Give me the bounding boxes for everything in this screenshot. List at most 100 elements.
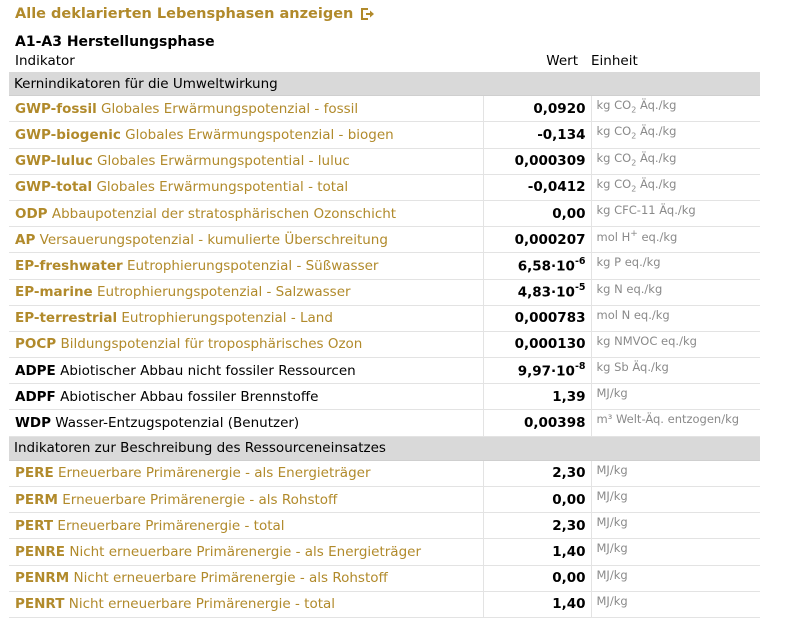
indicator-name[interactable]: GWP-fossil Globales Erwärmungspotenzial … <box>9 95 483 123</box>
indicator-unit: m³ Welt-Äq. entzogen/kg <box>591 409 761 437</box>
indicator-name[interactable]: ADPE Abiotischer Abbau nicht fossiler Re… <box>9 357 483 385</box>
indicator-label: Globales Erwärmungspotenzial - fossil <box>101 100 359 117</box>
indicator-abbr: GWP-total <box>15 179 93 196</box>
value-mantissa: -0,134 <box>537 126 586 143</box>
indicator-value: 0,000130 <box>482 331 592 359</box>
indicator-abbr: WDP <box>15 415 51 432</box>
indicator-row: PERT Erneuerbare Primärenergie - total 2,… <box>9 512 761 540</box>
indicator-abbr: ADPE <box>15 362 56 379</box>
indicator-name[interactable]: ADPF Abiotischer Abbau fossiler Brennsto… <box>9 383 483 411</box>
value-exponent: -8 <box>574 360 586 372</box>
indicator-name[interactable]: EP-freshwater Eutrophierungspotenzial - … <box>9 252 483 280</box>
indicator-unit: kg CO2 Äq./kg <box>591 95 761 123</box>
indicator-name[interactable]: EP-marine Eutrophierungspotenzial - Salz… <box>9 279 483 306</box>
indicator-unit: MJ/kg <box>591 486 761 514</box>
unit-text: mol N eq./kg <box>596 307 670 322</box>
indicator-abbr: PERT <box>15 517 54 534</box>
indicator-name[interactable]: WDP Wasser-Entzugspotenzial (Benutzer) <box>9 409 483 437</box>
unit-text: kg CO <box>596 150 632 165</box>
indicator-label: Abiotischer Abbau nicht fossiler Ressour… <box>60 362 356 379</box>
indicator-name[interactable]: PERM Erneuerbare Primärenergie - als Roh… <box>9 486 483 514</box>
unit-text: MJ/kg <box>596 567 628 582</box>
indicator-unit: MJ/kg <box>591 383 761 411</box>
indicator-unit: kg CO2 Äq./kg <box>591 174 761 201</box>
indicator-label: Bildungspotenzial für troposphärisches O… <box>60 336 363 353</box>
indicator-name[interactable]: ODP Abbaupotenzial der stratosphärischen… <box>9 200 483 228</box>
indicator-abbr: POCP <box>15 336 57 353</box>
indicator-name[interactable]: AP Versauerungspotenzial - kumulierte Üb… <box>9 226 483 254</box>
indicator-value: 9,97·10-8 <box>482 357 592 385</box>
indicator-abbr: AP <box>15 231 36 248</box>
value-mantissa: 1,40 <box>552 596 586 613</box>
indicator-name[interactable]: EP-terrestrial Eutrophierungspotenzial -… <box>9 305 483 332</box>
indicator-label: Eutrophierungspotenzial - Süßwasser <box>126 257 379 274</box>
indicator-value: 0,00 <box>482 486 592 514</box>
indicator-unit: kg P eq./kg <box>591 252 761 280</box>
indicator-row: ODP Abbaupotenzial der stratosphärischen… <box>9 200 761 228</box>
indicator-label: Globales Erwärmungspotenzial - biogen <box>125 126 394 143</box>
unit-text: MJ/kg <box>596 386 628 401</box>
indicator-value: 0,000309 <box>482 148 592 175</box>
show-all-phases-link[interactable]: Alle deklarierten Lebensphasen anzeigen <box>15 6 375 22</box>
indicator-name[interactable]: PERE Erneuerbare Primärenergie - als Ene… <box>9 460 483 488</box>
indicator-row: PERM Erneuerbare Primärenergie - als Roh… <box>9 486 761 514</box>
indicator-abbr: EP-terrestrial <box>15 310 118 327</box>
unit-text: kg Sb Äq./kg <box>596 360 669 375</box>
indicator-value: 2,30 <box>482 460 592 488</box>
column-headers: Indikator Wert Einheit <box>0 53 760 71</box>
lca-results-panel: Alle deklarierten Lebensphasen anzeigen … <box>0 0 790 618</box>
value-mantissa: 9,97·10 <box>517 363 575 380</box>
indicator-unit: MJ/kg <box>591 591 761 618</box>
indicator-abbr: PENRT <box>15 596 65 613</box>
indicator-value: 1,39 <box>482 383 592 411</box>
indicator-label: Versauerungspotenzial - kumulierte Übers… <box>39 231 388 248</box>
section-header: Indikatoren zur Beschreibung des Ressour… <box>9 436 761 461</box>
unit-text: kg CO <box>596 98 632 113</box>
indicator-name[interactable]: PENRT Nicht erneuerbare Primärenergie - … <box>9 591 483 618</box>
indicator-row: PENRE Nicht erneuerbare Primärenergie - … <box>9 538 761 566</box>
value-mantissa: 0,000207 <box>514 231 586 248</box>
show-all-phases-label: Alle deklarierten Lebensphasen anzeigen <box>15 6 354 22</box>
indicator-row: ADPF Abiotischer Abbau fossiler Brennsto… <box>9 383 761 411</box>
indicator-label: Erneuerbare Primärenergie - als Energiet… <box>58 465 371 482</box>
unit-text: kg NMVOC eq./kg <box>596 333 697 348</box>
indicator-value: 0,00 <box>482 200 592 228</box>
indicator-row: GWP-total Globales Erwärmungspotential -… <box>9 174 761 201</box>
indicator-row: AP Versauerungspotenzial - kumulierte Üb… <box>9 226 761 254</box>
indicator-value: 4,83·10-5 <box>482 279 592 306</box>
indicator-label: Erneuerbare Primärenergie - als Rohstoff <box>62 491 338 508</box>
indicator-abbr: PERE <box>15 465 54 482</box>
value-mantissa: 0,00 <box>552 570 586 587</box>
indicator-unit: MJ/kg <box>591 512 761 540</box>
indicator-name[interactable]: GWP-luluc Globales Erwärmungspotential -… <box>9 148 483 175</box>
indicator-value: 0,00398 <box>482 409 592 437</box>
indicator-unit: MJ/kg <box>591 538 761 566</box>
indicator-name[interactable]: PENRE Nicht erneuerbare Primärenergie - … <box>9 538 483 566</box>
unit-text: MJ/kg <box>596 489 628 503</box>
indicator-row: PENRM Nicht erneuerbare Primärenergie - … <box>9 565 761 592</box>
indicator-name[interactable]: POCP Bildungspotenzial für troposphärisc… <box>9 331 483 359</box>
indicator-label: Nicht erneuerbare Primärenergie - total <box>68 596 336 613</box>
indicator-name[interactable]: PERT Erneuerbare Primärenergie - total <box>9 512 483 540</box>
indicator-unit: MJ/kg <box>591 565 761 592</box>
value-mantissa: 6,58·10 <box>517 258 575 275</box>
indicator-row: POCP Bildungspotenzial für troposphärisc… <box>9 331 761 359</box>
value-mantissa: 0,000309 <box>514 153 586 170</box>
indicator-label: Abbaupotenzial der stratosphärischen Ozo… <box>51 205 397 222</box>
indicator-name[interactable]: GWP-total Globales Erwärmungspotential -… <box>9 174 483 201</box>
indicator-name[interactable]: PENRM Nicht erneuerbare Primärenergie - … <box>9 565 483 592</box>
value-mantissa: 2,30 <box>552 465 586 482</box>
indicator-row: EP-freshwater Eutrophierungspotenzial - … <box>9 252 761 280</box>
indicator-name[interactable]: GWP-biogenic Globales Erwärmungspotenzia… <box>9 121 483 149</box>
indicator-row: PENRT Nicht erneuerbare Primärenergie - … <box>9 591 761 618</box>
indicator-abbr: GWP-fossil <box>15 100 97 117</box>
unit-text: kg P eq./kg <box>596 255 661 270</box>
indicator-value: 6,58·10-6 <box>482 252 592 280</box>
indicator-abbr: PENRM <box>15 570 70 587</box>
value-mantissa: 4,83·10 <box>517 284 575 301</box>
external-link-icon <box>361 8 375 20</box>
section-title: Kernindikatoren für die Umweltwirkung <box>9 72 761 97</box>
unit-suffix: Äq./kg <box>636 98 677 113</box>
value-mantissa: 0,000130 <box>514 336 586 353</box>
value-mantissa: 0,00398 <box>524 415 586 432</box>
